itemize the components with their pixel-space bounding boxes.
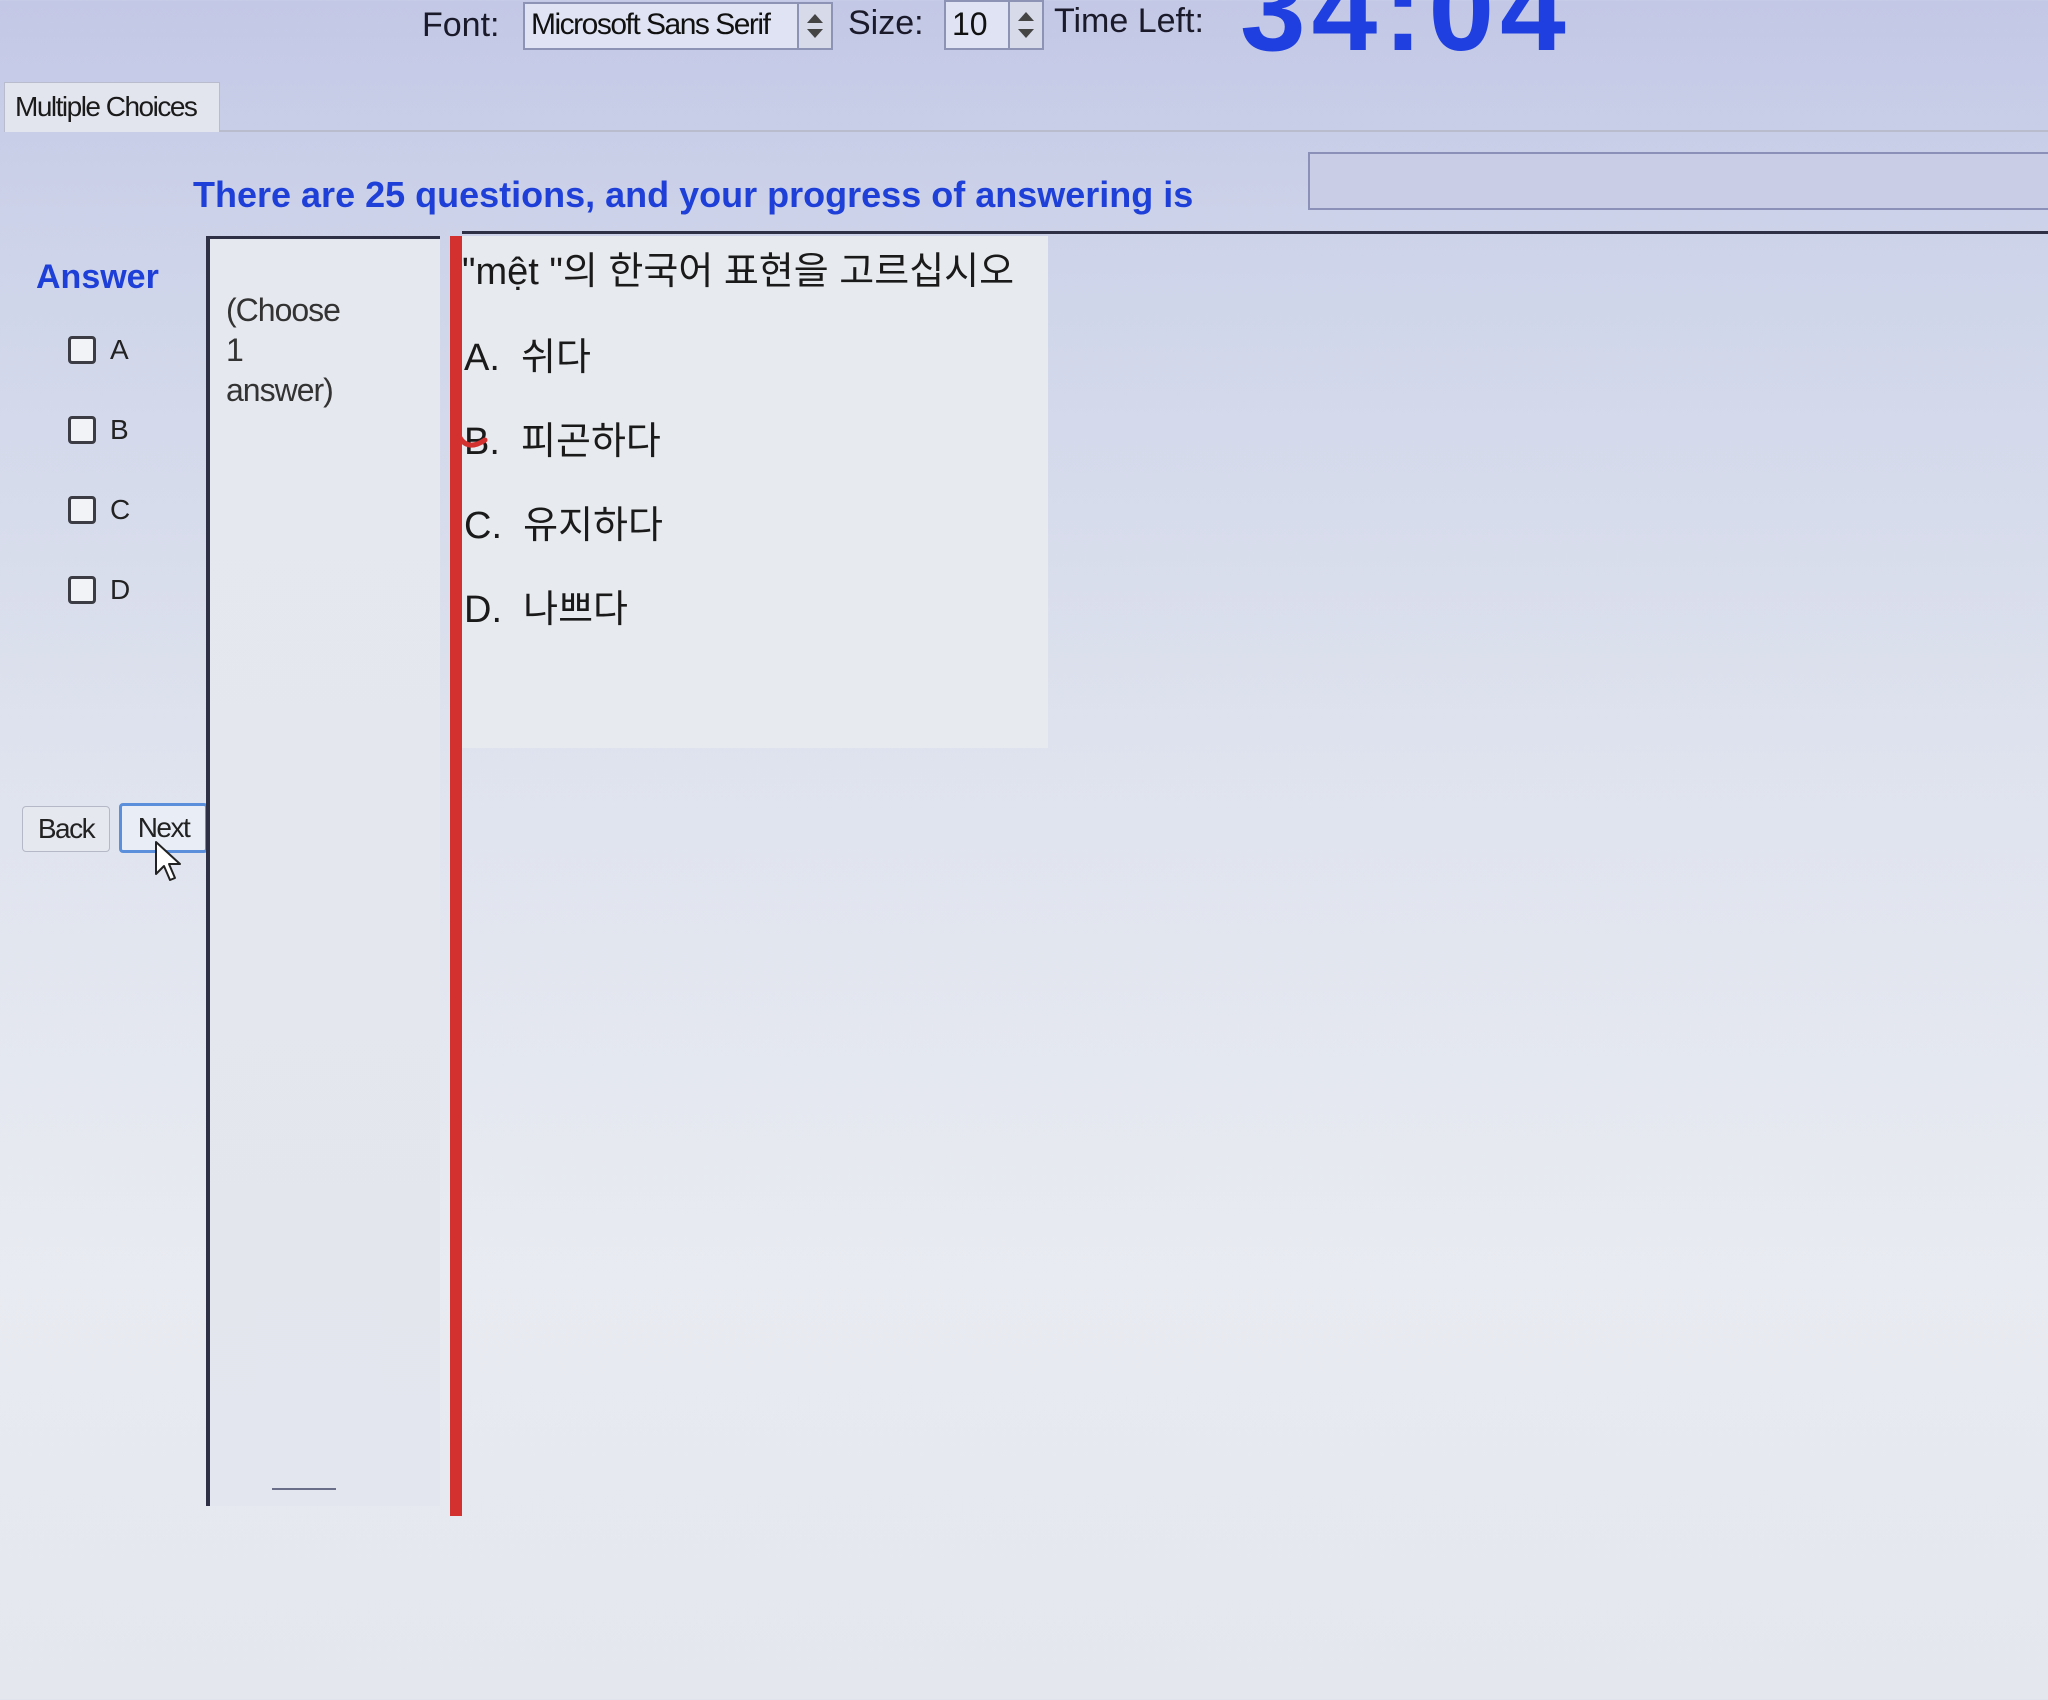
- checkbox-b[interactable]: [68, 416, 96, 444]
- font-spinner[interactable]: [797, 4, 831, 48]
- font-label: Font:: [422, 6, 500, 44]
- choice-d: D. 나쁘다: [464, 578, 628, 633]
- question-prompt: "mệt "의 한국어 표현을 고르십시오: [462, 251, 1015, 293]
- size-select-value: 10: [952, 6, 988, 42]
- answer-option-a[interactable]: A: [68, 331, 129, 369]
- choice-text: 유지하다: [523, 505, 663, 547]
- answer-option-d[interactable]: D: [68, 571, 130, 609]
- font-select[interactable]: Microsoft Sans Serif: [523, 2, 833, 50]
- choice-letter: D.: [464, 589, 502, 631]
- option-letter-a: A: [110, 334, 129, 365]
- checkbox-c[interactable]: [68, 496, 96, 524]
- choice-c: C. 유지하다: [464, 494, 663, 549]
- time-left-value: 34:04: [1240, 0, 1572, 76]
- question-panel: [462, 236, 1048, 748]
- option-letter-c: C: [110, 494, 131, 525]
- progress-text: There are 25 questions, and your progres…: [193, 174, 1194, 215]
- spinner-down-icon[interactable]: [807, 29, 823, 38]
- time-left-label: Time Left:: [1054, 2, 1204, 40]
- tab-divider: [220, 130, 2048, 132]
- checkbox-d[interactable]: [68, 576, 96, 604]
- choice-b: B. 피곤하다: [464, 410, 661, 465]
- choice-letter: C.: [464, 505, 502, 547]
- choice-letter: A.: [464, 337, 500, 379]
- mouse-cursor-icon: [155, 841, 181, 881]
- size-select[interactable]: 10: [944, 0, 1044, 50]
- instruction-line-2: 1: [226, 332, 244, 368]
- option-letter-d: D: [110, 574, 131, 605]
- choice-a: A. 쉬다: [464, 326, 591, 381]
- spinner-down-icon[interactable]: [1018, 29, 1034, 38]
- checkbox-a[interactable]: [68, 336, 96, 364]
- instruction-panel: [206, 236, 440, 1506]
- answer-option-b[interactable]: B: [68, 411, 129, 449]
- question-top-rule: [462, 231, 2048, 234]
- instruction-line-3: answer): [226, 372, 334, 408]
- red-pen-mark-icon: [456, 433, 488, 448]
- progress-bar: [1308, 152, 2048, 210]
- choice-text: 피곤하다: [521, 421, 661, 463]
- choice-text: 나쁘다: [523, 589, 629, 631]
- size-label: Size:: [848, 4, 924, 42]
- panel-underline: [272, 1488, 336, 1490]
- instruction-text: (Choose 1 answer): [226, 290, 426, 410]
- option-letter-b: B: [110, 414, 129, 445]
- spinner-up-icon[interactable]: [1018, 12, 1034, 21]
- font-select-value: Microsoft Sans Serif: [531, 8, 771, 41]
- choice-text: 쉬다: [521, 337, 591, 379]
- tab-multiple-choices[interactable]: Multiple Choices: [4, 82, 220, 132]
- size-spinner[interactable]: [1008, 2, 1042, 48]
- answer-option-c[interactable]: C: [68, 491, 130, 529]
- back-button[interactable]: Back: [22, 806, 110, 852]
- answer-heading: Answer: [36, 258, 159, 296]
- spinner-up-icon[interactable]: [807, 14, 823, 23]
- instruction-line-1: (Choose: [226, 292, 341, 328]
